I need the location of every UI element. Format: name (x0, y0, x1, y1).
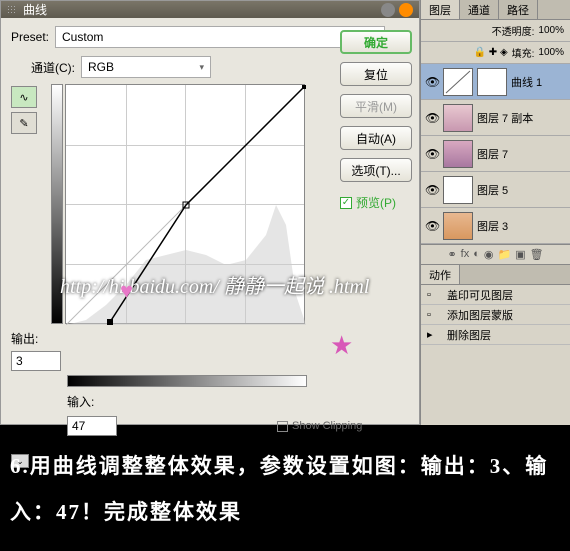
white-eyedropper-icon[interactable]: ✎ (227, 414, 255, 442)
reset-button[interactable]: 复位 (340, 62, 412, 86)
layer-thumbnail (443, 212, 473, 240)
channel-select[interactable]: RGB ▾ (81, 56, 211, 78)
fill-label: 填充: (512, 45, 535, 60)
minimize-button[interactable] (381, 3, 395, 17)
star-icon: ★ (330, 330, 353, 361)
mask-icon[interactable]: ◐ (473, 248, 480, 261)
chevron-down-icon: ▾ (199, 62, 204, 73)
folder-icon[interactable]: 📁 (497, 248, 511, 261)
gray-eyedropper-icon[interactable]: ✎ (201, 414, 229, 442)
layer-item[interactable]: 👁 图层 7 副本 (421, 100, 570, 136)
history-item[interactable]: ▫盖印可见图层 (421, 285, 570, 305)
mask-thumbnail (477, 68, 507, 96)
ok-button[interactable]: 确定 (340, 30, 412, 54)
history-item[interactable]: ▫添加图层蒙版 (421, 305, 570, 325)
visibility-icon[interactable]: 👁 (425, 147, 439, 161)
layer-item[interactable]: 👁 图层 5 (421, 172, 570, 208)
tab-paths[interactable]: 路径 (499, 0, 538, 19)
grip-icon (7, 5, 17, 15)
fx-icon[interactable]: fx (461, 248, 470, 261)
visibility-icon[interactable]: 👁 (425, 75, 439, 89)
options-button[interactable]: 选项(T)... (340, 158, 412, 182)
history-panel: 动作 ▫盖印可见图层 ▫添加图层蒙版 ▸删除图层 (421, 264, 570, 345)
history-item[interactable]: ▸删除图层 (421, 325, 570, 345)
lock-icons[interactable]: 🔒 ✚ ◈ (474, 47, 508, 58)
output-gradient (51, 84, 63, 324)
output-input[interactable] (11, 351, 61, 371)
layer-item-curves[interactable]: 👁 曲线 1 (421, 64, 570, 100)
smooth-button: 平滑(M) (340, 94, 412, 118)
visibility-icon[interactable]: 👁 (425, 183, 439, 197)
input-input[interactable] (67, 416, 117, 436)
layer-thumbnail (443, 176, 473, 204)
link-icon[interactable]: ⚭ (447, 248, 456, 261)
curve-graph[interactable] (65, 84, 305, 324)
layer-item[interactable]: 👁 图层 7 (421, 136, 570, 172)
heart-icon: ♥ (120, 278, 133, 304)
preview-checkbox[interactable]: ✓ 预览(P) (340, 194, 412, 211)
input-gradient (67, 375, 307, 387)
show-clipping-checkbox[interactable]: Show Clipping (277, 420, 362, 432)
layer-thumbnail (443, 140, 473, 168)
fill-value[interactable]: 100% (538, 47, 564, 58)
layer-panel-footer: ⚭ fx ◐ ◉ 📁 ▣ 🗑 (421, 244, 570, 264)
layers-panel: 图层 通道 路径 不透明度: 100% 🔒 ✚ ◈ 填充: 100% 👁 曲线 … (420, 0, 570, 425)
curve-line (66, 85, 306, 325)
opacity-label: 不透明度: (492, 23, 535, 38)
adjustment-icon[interactable]: ◉ (484, 248, 494, 261)
black-eyedropper-icon[interactable]: ✎ (175, 414, 203, 442)
layer-thumbnail (443, 68, 473, 96)
output-label: 输出: (11, 330, 61, 347)
trash-icon[interactable]: 🗑 (530, 248, 544, 261)
tab-actions[interactable]: 动作 (421, 265, 460, 284)
pencil-tool-button[interactable]: ✎ (11, 112, 37, 134)
auto-button[interactable]: 自动(A) (340, 126, 412, 150)
titlebar: 曲线 (1, 1, 419, 18)
visibility-icon[interactable]: 👁 (425, 111, 439, 125)
curve-tool-button[interactable]: ∿ (11, 86, 37, 108)
new-layer-icon[interactable]: ▣ (515, 248, 525, 261)
dialog-title: 曲线 (23, 1, 47, 18)
channel-label: 通道(C): (31, 59, 75, 76)
tab-channels[interactable]: 通道 (460, 0, 499, 19)
dialog-buttons: 确定 复位 平滑(M) 自动(A) 选项(T)... ✓ 预览(P) (340, 30, 412, 211)
caption-text: 6.用曲线调整整体效果，参数设置如图：输出：3、输入：47！完成整体效果 (0, 425, 570, 545)
layer-thumbnail (443, 104, 473, 132)
visibility-icon[interactable]: 👁 (425, 219, 439, 233)
tab-layers[interactable]: 图层 (421, 0, 460, 19)
opacity-value[interactable]: 100% (538, 25, 564, 36)
preset-select[interactable]: Custom ▾ (55, 26, 385, 48)
layer-item[interactable]: 👁 图层 3 (421, 208, 570, 244)
close-button[interactable] (399, 3, 413, 17)
preset-label: Preset: (11, 30, 49, 44)
input-label: 输入: (67, 393, 117, 410)
